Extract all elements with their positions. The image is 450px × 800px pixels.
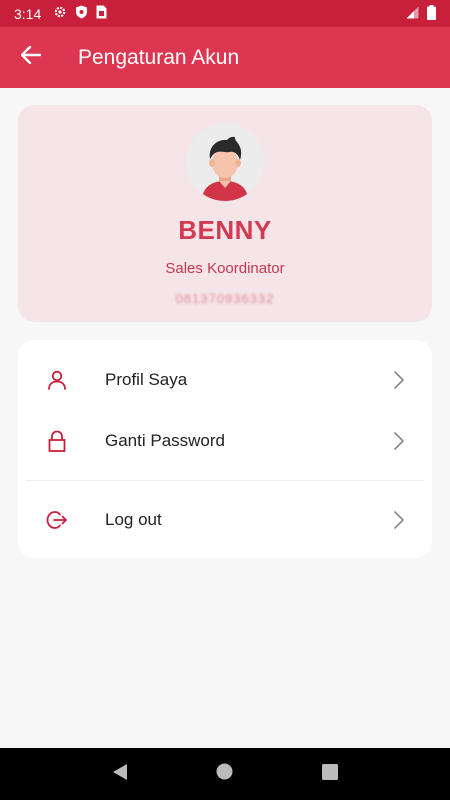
home-circle-icon (216, 763, 233, 785)
nav-home-button[interactable] (205, 754, 245, 794)
shield-icon (75, 5, 88, 22)
sim-card-icon (96, 5, 107, 22)
gear-icon (53, 5, 67, 22)
menu-item-label: Ganti Password (105, 431, 225, 450)
recents-square-icon (321, 763, 338, 785)
menu-card: Profil Saya Ganti Password Log out (18, 340, 432, 558)
user-icon (42, 370, 72, 390)
status-icons-left (53, 5, 107, 22)
menu-item-log-out[interactable]: Log out (18, 490, 432, 550)
chevron-right-icon (394, 432, 404, 450)
page-title: Pengaturan Akun (78, 45, 240, 69)
nav-recents-button[interactable] (310, 754, 350, 794)
avatar (186, 123, 264, 201)
back-button[interactable] (0, 27, 62, 88)
person-avatar-icon (202, 136, 248, 201)
menu-item-ganti-password[interactable]: Ganti Password (18, 411, 432, 471)
logout-icon (42, 510, 72, 530)
menu-item-label: Profil Saya (105, 370, 188, 389)
menu-item-profil-saya[interactable]: Profil Saya (18, 350, 432, 410)
nav-back-button[interactable] (100, 754, 140, 794)
battery-icon (427, 4, 436, 23)
back-triangle-icon (112, 763, 128, 786)
status-time: 3:14 (14, 5, 42, 22)
status-bar: 3:14 (0, 0, 450, 27)
lock-icon (42, 430, 72, 452)
chevron-right-icon (394, 371, 404, 389)
user-phone: 081370936332 (175, 291, 275, 306)
arrow-left-icon (20, 45, 42, 69)
menu-divider (26, 480, 424, 481)
chevron-right-icon (394, 511, 404, 529)
profile-card: BENNY Sales Koordinator 081370936332 (18, 105, 432, 322)
user-role: Sales Koordinator (165, 260, 285, 277)
user-name: BENNY (178, 215, 272, 245)
status-icons-right (406, 4, 436, 23)
app-bar: Pengaturan Akun (0, 27, 450, 88)
system-nav-bar (0, 748, 450, 800)
signal-icon (406, 6, 419, 22)
menu-item-label: Log out (105, 510, 162, 529)
